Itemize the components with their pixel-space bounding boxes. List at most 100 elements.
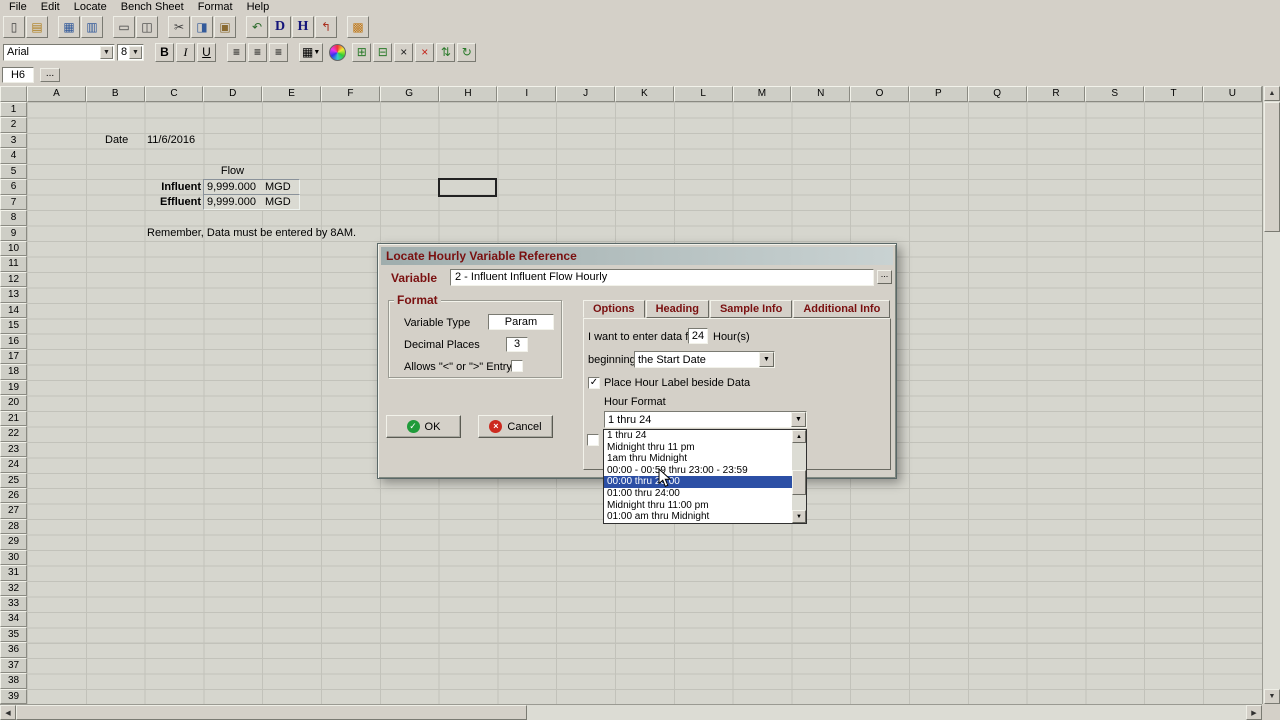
row-header[interactable]: 20 — [0, 395, 27, 411]
row-header[interactable]: 29 — [0, 534, 27, 550]
hour-format-option[interactable]: 1 thru 24 — [604, 430, 792, 442]
row-header[interactable]: 31 — [0, 565, 27, 581]
hour-format-option[interactable]: 00:00 - 00:59 thru 23:00 - 23:59 — [604, 465, 792, 477]
column-header[interactable]: M — [732, 86, 792, 102]
toolbar-button[interactable]: ↻ — [457, 42, 477, 62]
row-header[interactable]: 12 — [0, 271, 27, 288]
cancel-button[interactable]: × Cancel — [478, 415, 553, 438]
font-family-select[interactable]: Arial ▼ — [3, 43, 115, 61]
align-center-button[interactable]: ≡ — [248, 42, 267, 62]
column-header[interactable]: Q — [967, 86, 1027, 102]
row-header[interactable]: 36 — [0, 642, 27, 658]
hour-format-option[interactable]: Midnight thru 11:00 pm — [604, 500, 792, 512]
row-header[interactable]: 4 — [0, 148, 27, 164]
scroll-down-icon[interactable]: ▼ — [792, 510, 806, 523]
hour-format-option[interactable]: 01:00 thru 24:00 — [604, 488, 792, 500]
underline-button[interactable]: U — [197, 42, 216, 62]
chevron-down-icon[interactable]: ▼ — [791, 412, 806, 427]
row-header[interactable]: 34 — [0, 611, 27, 627]
expand-formula-button[interactable]: ... — [40, 68, 60, 82]
toolbar-button[interactable]: D — [269, 16, 291, 38]
hour-format-option[interactable]: Midnight thru 11 pm — [604, 442, 792, 454]
tab-heading[interactable]: Heading — [645, 300, 709, 318]
row-header[interactable]: 8 — [0, 210, 27, 226]
menu-edit[interactable]: Edit — [34, 1, 67, 13]
column-header[interactable]: F — [320, 86, 380, 102]
toolbar-button[interactable]: × — [394, 42, 414, 62]
menu-bench-sheet[interactable]: Bench Sheet — [114, 1, 191, 13]
italic-button[interactable]: I — [176, 42, 195, 62]
toolbar-button[interactable]: ◫ — [136, 16, 158, 38]
bold-button[interactable]: B — [155, 42, 174, 62]
vertical-scrollbar[interactable]: ▲ ▼ — [1262, 86, 1280, 704]
menu-help[interactable]: Help — [240, 1, 277, 13]
dropdown-scrollbar-thumb[interactable] — [792, 470, 806, 495]
column-header[interactable]: A — [27, 86, 86, 102]
row-header[interactable]: 2 — [0, 117, 27, 133]
column-header[interactable]: O — [850, 86, 909, 102]
row-header[interactable]: 30 — [0, 549, 27, 566]
row-header[interactable]: 24 — [0, 457, 27, 473]
color-picker-button[interactable] — [329, 43, 347, 61]
selected-cell-outline[interactable] — [438, 178, 497, 197]
row-header[interactable]: 3 — [0, 132, 27, 149]
toolbar-button[interactable]: ▤ — [26, 16, 48, 38]
toolbar-button[interactable]: ⊞ — [352, 42, 372, 62]
column-header[interactable]: S — [1085, 86, 1145, 102]
chevron-down-icon[interactable]: ▼ — [759, 352, 774, 367]
influent-label-cell[interactable]: Influent — [135, 180, 201, 195]
row-header[interactable]: 26 — [0, 487, 27, 504]
variable-input[interactable]: 2 - Influent Influent Flow Hourly — [450, 269, 874, 286]
scroll-down-icon[interactable]: ▼ — [1264, 689, 1280, 704]
toolbar-button[interactable]: × — [415, 42, 435, 62]
column-header[interactable]: J — [556, 86, 615, 102]
effluent-label-cell[interactable]: Effluent — [135, 195, 201, 210]
allows-entry-checkbox[interactable] — [511, 360, 523, 372]
toolbar-button[interactable]: ▭ — [113, 16, 135, 38]
row-header[interactable]: 25 — [0, 472, 27, 488]
hour-format-select[interactable]: 1 thru 24 ▼ — [604, 411, 807, 428]
chevron-down-icon[interactable]: ▼ — [129, 45, 142, 59]
row-header[interactable]: 14 — [0, 302, 27, 319]
column-header[interactable]: E — [262, 86, 321, 102]
toolbar-button[interactable]: ▦ — [58, 16, 80, 38]
row-header[interactable]: 13 — [0, 287, 27, 303]
row-header[interactable]: 32 — [0, 580, 27, 596]
column-header[interactable]: I — [497, 86, 557, 102]
column-header[interactable]: D — [203, 86, 263, 102]
row-header[interactable]: 37 — [0, 657, 27, 674]
date-label-cell[interactable]: Date — [105, 133, 128, 148]
vertical-scrollbar-thumb[interactable] — [1264, 102, 1280, 232]
toolbar-button[interactable]: ⇅ — [436, 42, 456, 62]
borders-button[interactable]: ▦ ▼ — [299, 42, 324, 62]
row-header[interactable]: 23 — [0, 441, 27, 458]
row-header[interactable]: 15 — [0, 318, 27, 334]
reminder-note-cell[interactable]: Remember, Data must be entered by 8AM. — [147, 226, 356, 241]
row-header[interactable]: 5 — [0, 163, 27, 180]
tab-options[interactable]: Options — [583, 300, 645, 318]
hour-format-option[interactable]: 00:00 thru 23:00 — [604, 476, 792, 488]
row-header[interactable]: 7 — [0, 194, 27, 211]
tab-additional-info[interactable]: Additional Info — [793, 300, 891, 318]
row-header[interactable]: 38 — [0, 673, 27, 689]
influent-entry-cell[interactable]: 9,999.000 MGD — [203, 179, 300, 195]
row-header[interactable]: 10 — [0, 240, 27, 257]
toolbar-button[interactable]: ✂ — [168, 16, 190, 38]
column-header[interactable]: P — [908, 86, 968, 102]
toolbar-button[interactable]: ↰ — [315, 16, 337, 38]
decimal-places-field[interactable]: 3 — [506, 337, 528, 352]
row-header[interactable]: 9 — [0, 225, 27, 241]
align-left-button[interactable]: ≡ — [227, 42, 246, 62]
toolbar-button[interactable]: ◨ — [191, 16, 213, 38]
select-all-corner[interactable] — [0, 86, 27, 102]
column-header[interactable]: U — [1202, 86, 1262, 102]
hour-format-option[interactable]: 1am thru Midnight — [604, 453, 792, 465]
row-header[interactable]: 1 — [0, 102, 27, 118]
row-header[interactable]: 17 — [0, 349, 27, 365]
row-header[interactable]: 11 — [0, 256, 27, 272]
beginning-select[interactable]: the Start Date ▼ — [634, 351, 775, 368]
hours-field[interactable]: 24 — [688, 328, 708, 344]
horizontal-scrollbar-thumb[interactable] — [16, 705, 527, 720]
dialog-titlebar[interactable]: Locate Hourly Variable Reference — [381, 247, 893, 265]
column-header[interactable]: R — [1026, 86, 1086, 102]
